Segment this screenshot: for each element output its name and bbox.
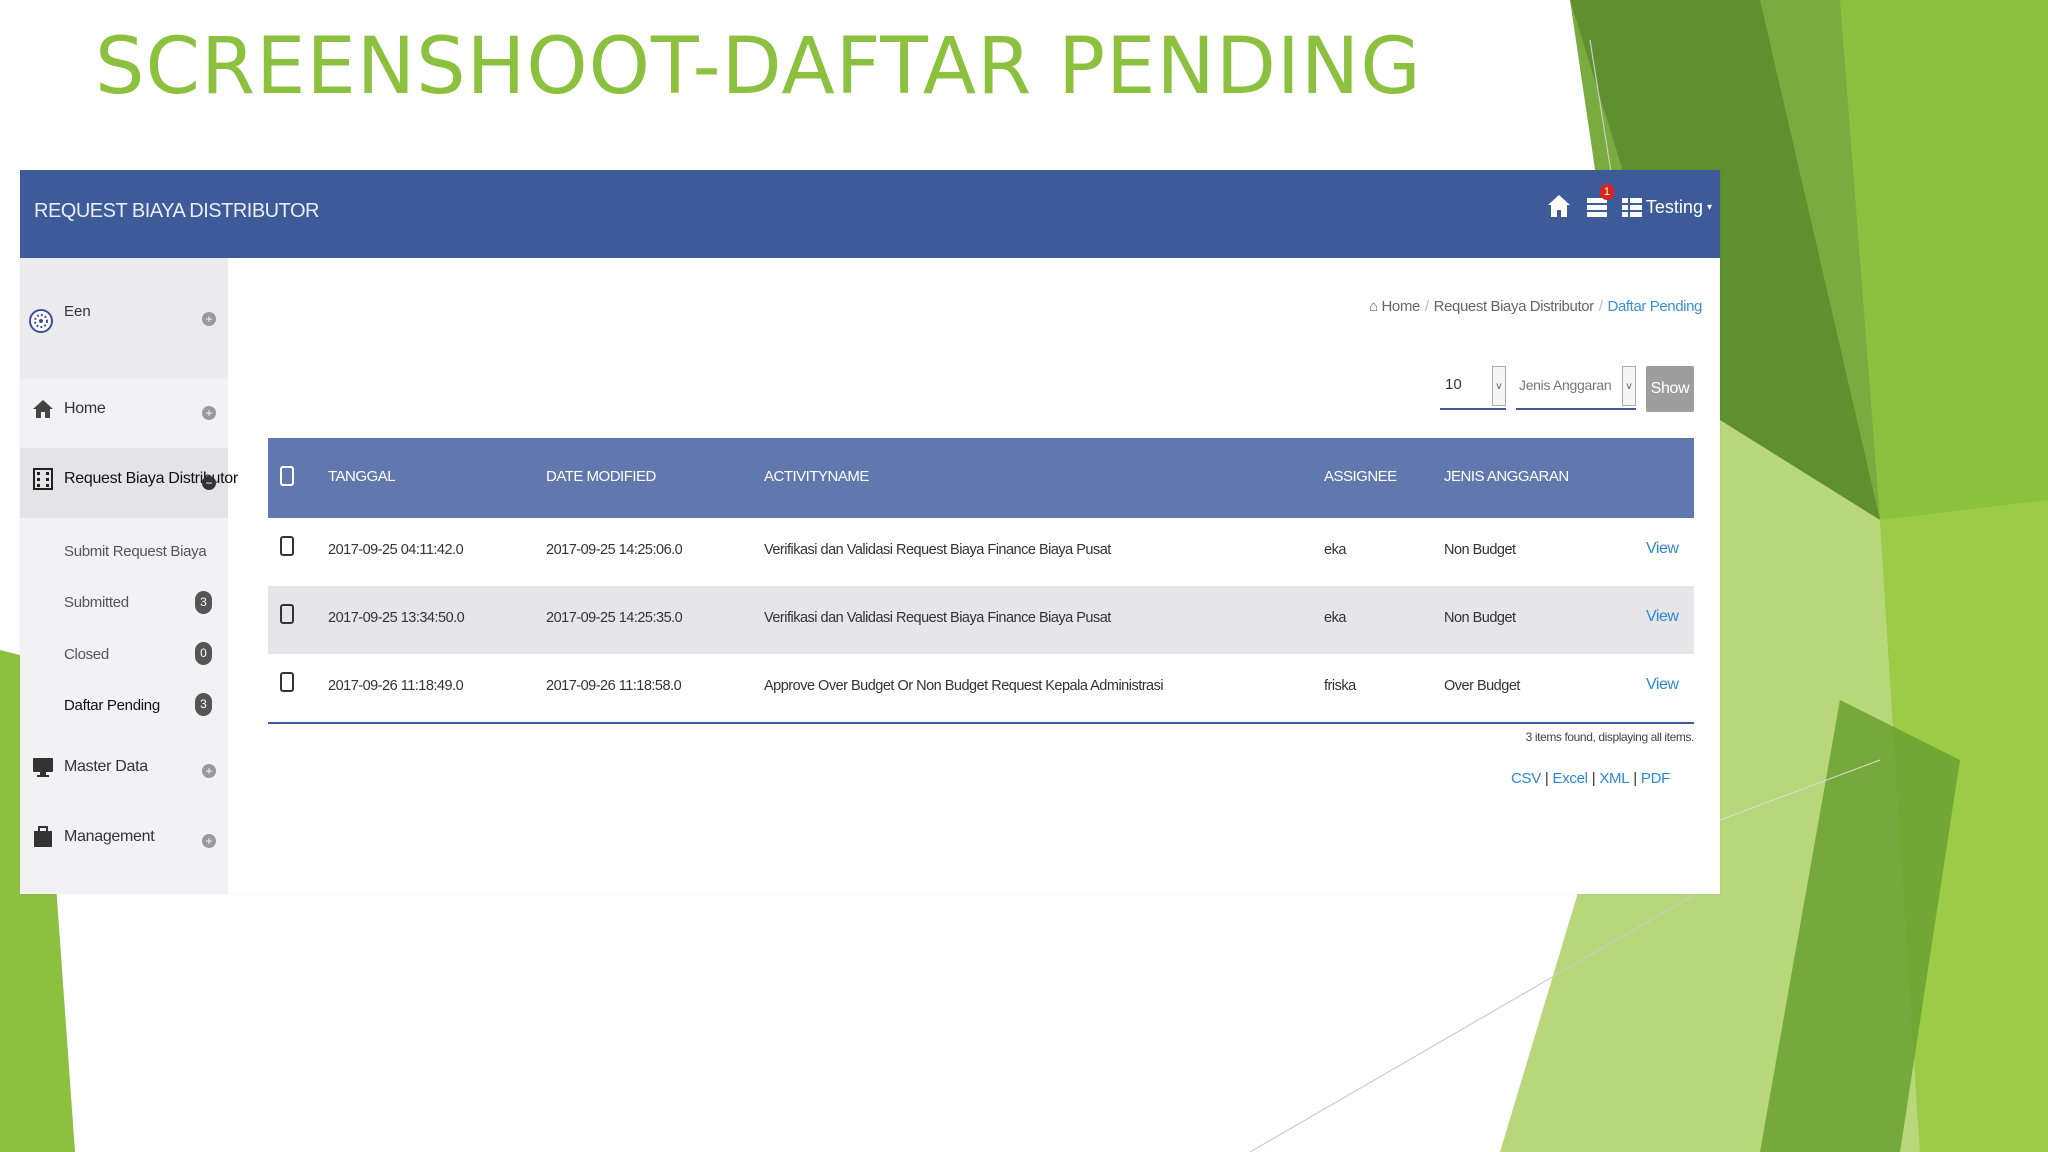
tasks-icon[interactable]: 1 [1584,184,1615,222]
cell-jenis: Non Budget [1444,542,1516,558]
sidebar-item-label: Management [64,828,155,845]
caret-down-icon: ▾ [1706,201,1712,213]
row-checkbox[interactable] [280,672,294,692]
table-bottom-border [268,722,1694,724]
cell-tanggal: 2017-09-25 04:11:42.0 [328,542,464,558]
cell-date-modified: 2017-09-25 14:25:35.0 [546,610,683,626]
breadcrumb-section[interactable]: Request Biaya Distributor [1434,298,1594,315]
breadcrumb: ⌂ Home / Request Biaya Distributor / Daftar … [1369,298,1702,315]
sidebar-subitem-daftar-pending[interactable]: Daftar Pending [64,697,160,714]
plus-icon[interactable]: + [202,312,216,326]
column-header[interactable]: ASSIGNEE [1324,468,1397,485]
select-all-checkbox[interactable] [280,466,294,486]
cell-assignee: friska [1324,678,1356,694]
view-link[interactable]: View [1646,540,1679,558]
cell-assignee: eka [1324,542,1346,558]
home-icon [33,400,53,418]
chevron-down-icon: v [1492,366,1506,406]
sidebar-item-label: Home [64,400,106,417]
sidebar-item-home[interactable]: Home + [20,378,228,448]
plus-icon[interactable]: + [202,764,216,778]
cell-jenis: Over Budget [1444,678,1520,694]
plus-icon[interactable]: + [202,406,216,420]
sidebar-subitem-submit-request-biaya[interactable]: Submit Request Biaya [64,543,207,560]
sidebar-item-management[interactable]: Management + [20,806,228,876]
cell-date-modified: 2017-09-25 14:25:06.0 [546,542,683,558]
table-row: 2017-09-26 11:18:49.0 2017-09-26 11:18:5… [268,654,1694,722]
column-header[interactable]: ACTIVITYNAME [764,468,869,485]
cell-activity: Verifikasi dan Validasi Request Biaya Fi… [764,542,1111,558]
sidebar-subitem-submitted[interactable]: Submitted [64,594,129,611]
jenis-anggaran-select[interactable]: Jenis Anggaran v [1516,366,1636,410]
sidebar-item-label: Master Data [64,758,148,775]
view-link[interactable]: View [1646,676,1679,694]
view-link[interactable]: View [1646,608,1679,626]
sidebar: Een + Home + Request Biaya Distributor −… [20,258,238,894]
monitor-icon [33,758,53,777]
count-badge: 3 [195,591,212,614]
pending-table: TANGGAL DATE MODIFIED ACTIVITYNAME ASSIG… [268,438,1694,724]
film-icon [33,468,53,490]
show-button[interactable]: Show [1646,366,1694,412]
table-header: TANGGAL DATE MODIFIED ACTIVITYNAME ASSIG… [268,438,1694,518]
export-xml-link[interactable]: XML [1599,770,1629,787]
notification-badge: 1 [1599,184,1615,200]
column-header[interactable]: DATE MODIFIED [546,468,656,485]
export-excel-link[interactable]: Excel [1553,770,1588,787]
app-window: REQUEST BIAYA DISTRIBUTOR 1 Testing ▾ Ee… [20,170,1720,894]
sidebar-item-request-biaya-distributor[interactable]: Request Biaya Distributor − [20,448,238,518]
minus-icon[interactable]: − [202,476,216,490]
breadcrumb-current: Daftar Pending [1607,298,1703,315]
jenis-anggaran-value: Jenis Anggaran [1519,377,1612,393]
profile-name: Een [64,303,91,320]
sidebar-profile[interactable]: Een + [20,258,228,378]
avatar [29,309,53,333]
app-brand[interactable]: REQUEST BIAYA DISTRIBUTOR [34,200,319,223]
row-checkbox[interactable] [280,536,294,556]
page-size-value: 10 [1445,376,1462,393]
plus-icon[interactable]: + [202,834,216,848]
column-header[interactable]: TANGGAL [328,468,396,485]
navbar-actions: 1 Testing ▾ [1546,184,1712,222]
chevron-down-icon: v [1622,366,1636,406]
row-checkbox[interactable] [280,604,294,624]
home-icon[interactable] [1546,192,1574,222]
slide-title: SCREENSHOOT-DAFTAR PENDING [95,22,1422,112]
export-links: CSV | Excel | XML | PDF [1510,770,1670,787]
table-row: 2017-09-25 04:11:42.0 2017-09-25 14:25:0… [268,518,1694,586]
cell-tanggal: 2017-09-25 13:34:50.0 [328,610,465,626]
cell-tanggal: 2017-09-26 11:18:49.0 [328,678,464,694]
table-row: 2017-09-25 13:34:50.0 2017-09-25 14:25:3… [268,586,1694,654]
cell-jenis: Non Budget [1444,610,1516,626]
export-pdf-link[interactable]: PDF [1641,770,1670,787]
items-found-text: 3 items found, displaying all items. [1525,730,1695,744]
breadcrumb-home[interactable]: Home [1381,298,1420,315]
home-icon: ⌂ [1369,298,1378,315]
page-size-select[interactable]: 10 v [1440,366,1506,410]
export-csv-link[interactable]: CSV [1511,770,1541,787]
cell-activity: Approve Over Budget Or Non Budget Reques… [764,678,1164,694]
user-label: Testing [1645,196,1703,217]
grid-icon [1621,198,1642,217]
user-menu[interactable]: Testing ▾ [1621,196,1712,218]
cell-activity: Verifikasi dan Validasi Request Biaya Fi… [764,610,1111,626]
cell-assignee: eka [1324,610,1346,626]
count-badge: 0 [195,642,212,665]
cell-date-modified: 2017-09-26 11:18:58.0 [546,678,682,694]
sidebar-subitem-closed[interactable]: Closed [64,646,109,663]
column-header[interactable]: JENIS ANGGARAN [1444,468,1569,485]
sidebar-item-master-data[interactable]: Master Data + [20,736,228,806]
briefcase-icon [34,826,52,847]
top-navbar: REQUEST BIAYA DISTRIBUTOR 1 Testing ▾ [20,170,1720,258]
count-badge: 3 [195,693,212,716]
